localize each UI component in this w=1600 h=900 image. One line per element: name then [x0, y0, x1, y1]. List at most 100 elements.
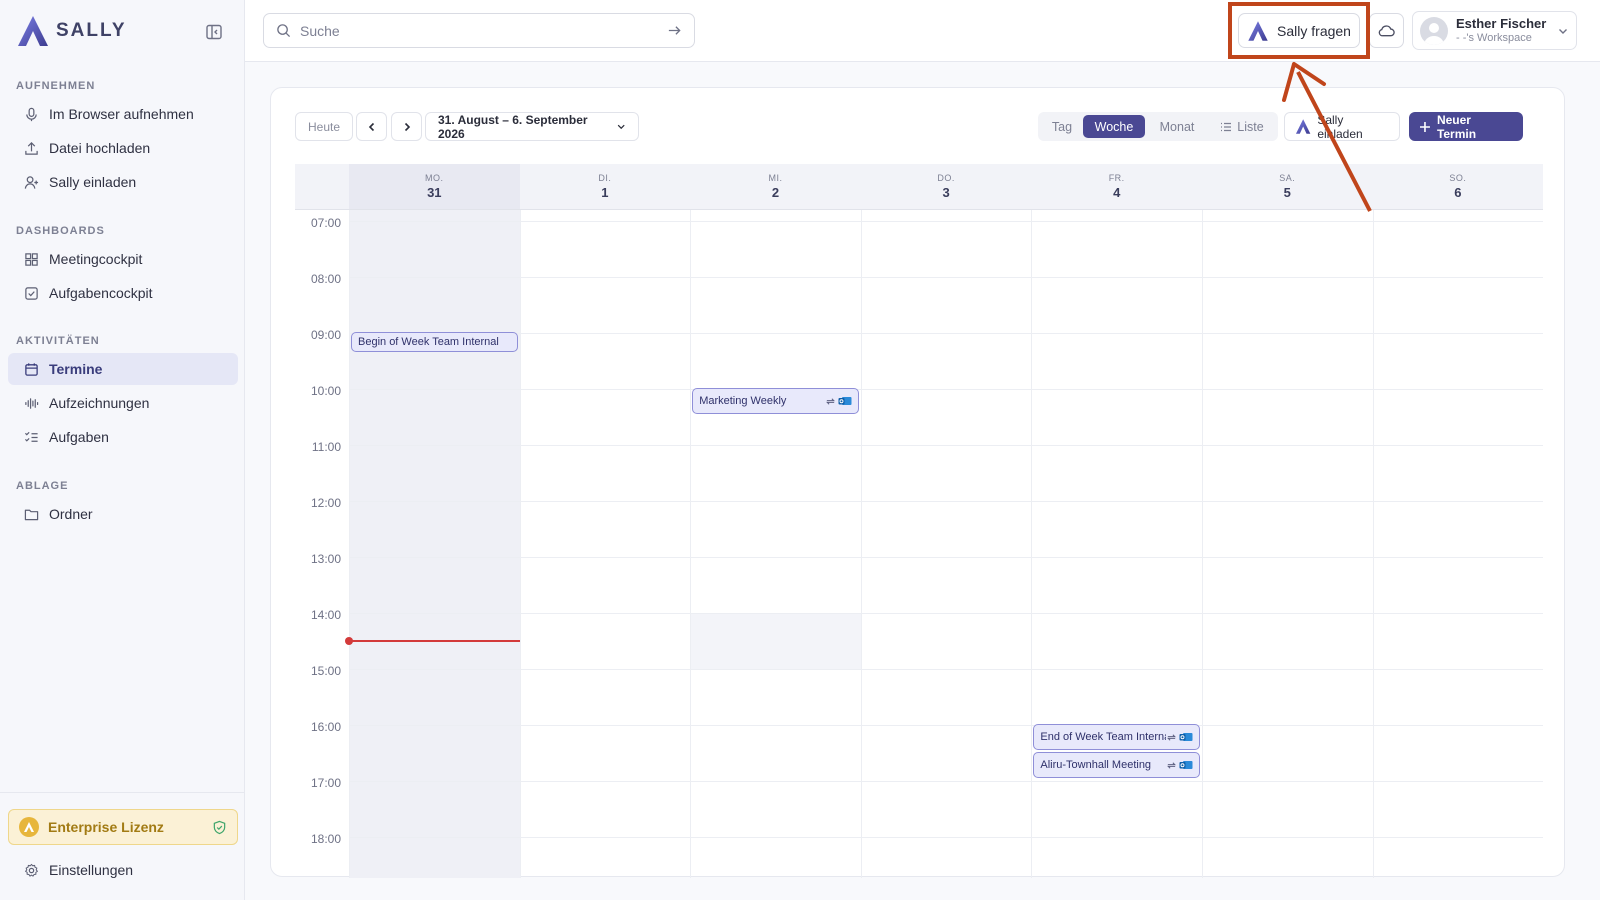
day-header[interactable]: SA. 5	[1202, 164, 1373, 210]
date-range-picker[interactable]: 31. August – 6. September 2026	[425, 112, 639, 141]
checkbox-icon	[25, 286, 38, 300]
folder-icon	[24, 509, 39, 520]
day-header[interactable]: SO. 6	[1372, 164, 1543, 210]
user-menu[interactable]: Esther Fischer - -'s Workspace	[1412, 11, 1577, 50]
sidebar-item-label: Aufgabencockpit	[49, 285, 153, 301]
today-button[interactable]: Heute	[295, 112, 353, 141]
section-dashboards: DASHBOARDS	[16, 225, 105, 237]
calendar-event[interactable]: Aliru-Townhall Meeting	[1033, 752, 1200, 778]
sidebar-item-browser-record[interactable]: Im Browser aufnehmen	[8, 98, 238, 130]
hour-line	[349, 725, 1543, 726]
section-aufnehmen: AUFNEHMEN	[16, 80, 96, 92]
ask-sally-button[interactable]: Sally fragen	[1238, 13, 1360, 48]
time-label: 14:00	[310, 608, 341, 622]
calendar-event[interactable]: Begin of Week Team Internal	[351, 332, 518, 352]
tab-tag[interactable]: Tag	[1041, 115, 1083, 138]
current-time-dot	[345, 637, 353, 645]
tab-liste[interactable]: Liste	[1209, 115, 1275, 138]
license-badge[interactable]: Enterprise Lizenz	[8, 809, 238, 845]
calendar-event[interactable]: Marketing Weekly	[692, 388, 859, 414]
time-label: 09:00	[310, 328, 341, 342]
column-line	[860, 210, 862, 878]
next-week-button[interactable]	[391, 112, 422, 141]
tab-monat[interactable]: Monat	[1145, 115, 1209, 138]
sidebar-item-label: Sally einladen	[49, 174, 137, 190]
calendar-card: Heute 31. August – 6. September 2026 Tag…	[270, 87, 1565, 878]
hour-line	[349, 669, 1543, 670]
sidebar-item-aufgabencockpit[interactable]: Aufgabencockpit	[8, 277, 238, 309]
sidebar-item-meetingcockpit[interactable]: Meetingcockpit	[8, 243, 238, 275]
day-header[interactable]: FR. 4	[1031, 164, 1202, 210]
calendar-event[interactable]: End of Week Team Internal	[1033, 724, 1200, 750]
sidebar-item-upload[interactable]: Datei hochladen	[8, 132, 238, 164]
user-name: Esther Fischer	[1456, 15, 1547, 31]
sidebar-item-aufzeichnungen[interactable]: Aufzeichnungen	[8, 387, 238, 419]
week-calendar-grid: MO. 31 DI. 1 MI. 2 DO. 3 FR. 4 SA. 5 SO. 6 07:00 08:00 0…	[295, 164, 1543, 878]
day-abbr: MI.	[768, 173, 783, 183]
brand[interactable]: SALLY	[16, 14, 127, 48]
sidebar-item-termine[interactable]: Termine	[8, 353, 238, 385]
event-icons	[825, 395, 852, 407]
sidebar-item-settings[interactable]: Einstellungen	[8, 854, 238, 886]
user-avatar-icon	[1424, 22, 1444, 45]
date-range-label: 31. August – 6. September 2026	[438, 112, 588, 141]
new-appointment-button[interactable]: Neuer Termin	[1409, 112, 1523, 141]
sidebar-item-aufgaben[interactable]: Aufgaben	[8, 421, 238, 453]
event-title: Begin of Week Team Internal	[358, 336, 499, 348]
time-label: 16:00	[310, 720, 341, 734]
search-input[interactable]	[300, 22, 658, 39]
hour-line	[349, 333, 1543, 334]
column-line	[690, 210, 692, 878]
day-abbr: MO.	[425, 173, 444, 183]
license-label: Enterprise Lizenz	[48, 819, 164, 835]
tab-woche[interactable]: Woche	[1083, 115, 1145, 138]
gear-icon	[25, 863, 38, 877]
new-appointment-label: Neuer Termin	[1436, 112, 1477, 141]
hour-line	[349, 221, 1543, 222]
time-label: 13:00	[310, 552, 341, 566]
sally-logo-icon	[1248, 20, 1268, 41]
arrow-right-icon[interactable]	[667, 23, 682, 38]
search-icon	[277, 24, 291, 38]
sidebar-item-ordner[interactable]: Ordner	[8, 498, 238, 530]
sidebar-item-label: Aufzeichnungen	[49, 395, 150, 411]
list-icon	[1221, 122, 1232, 131]
hour-line	[349, 277, 1543, 278]
outlook-icon	[1179, 761, 1193, 769]
day-header[interactable]: MO. 31	[349, 164, 520, 210]
column-line	[349, 210, 350, 878]
column-line	[1372, 210, 1374, 878]
topbar: Sally fragen Esther Fischer - -'s Worksp…	[245, 0, 1600, 62]
plus-icon	[1419, 121, 1430, 132]
event-title: Marketing Weekly	[699, 395, 787, 407]
today-column	[349, 164, 520, 878]
sidebar-item-invite-sally[interactable]: Sally einladen	[8, 166, 238, 198]
column-line	[1031, 210, 1033, 878]
repeat-icon	[1167, 761, 1176, 769]
cloud-sync-button[interactable]	[1369, 13, 1404, 48]
event-icons	[1166, 759, 1193, 771]
day-header[interactable]: DI. 1	[519, 164, 691, 210]
time-label: 18:00	[310, 832, 341, 846]
hour-line	[349, 837, 1543, 838]
grid-icon	[25, 252, 38, 266]
collapse-sidebar-icon[interactable]	[204, 22, 224, 42]
invite-sally-button[interactable]: Sally einladen	[1284, 112, 1400, 141]
hover-cell[interactable]	[690, 613, 861, 669]
day-number: 1	[601, 185, 609, 200]
day-header[interactable]: DO. 3	[860, 164, 1032, 210]
outlook-icon	[838, 397, 852, 405]
hour-line	[349, 389, 1543, 390]
sally-logo-icon	[1295, 119, 1311, 134]
chevron-left-icon	[368, 122, 374, 131]
sidebar-item-label: Termine	[49, 361, 103, 377]
prev-week-button[interactable]	[356, 112, 387, 141]
time-label: 11:00	[311, 440, 341, 454]
day-abbr: SO.	[1449, 173, 1467, 183]
upload-icon	[25, 141, 38, 155]
day-header[interactable]: MI. 2	[690, 164, 861, 210]
sidebar-divider	[0, 792, 245, 793]
column-line	[519, 210, 521, 878]
search-box[interactable]	[263, 13, 695, 48]
day-number: 2	[771, 185, 780, 200]
